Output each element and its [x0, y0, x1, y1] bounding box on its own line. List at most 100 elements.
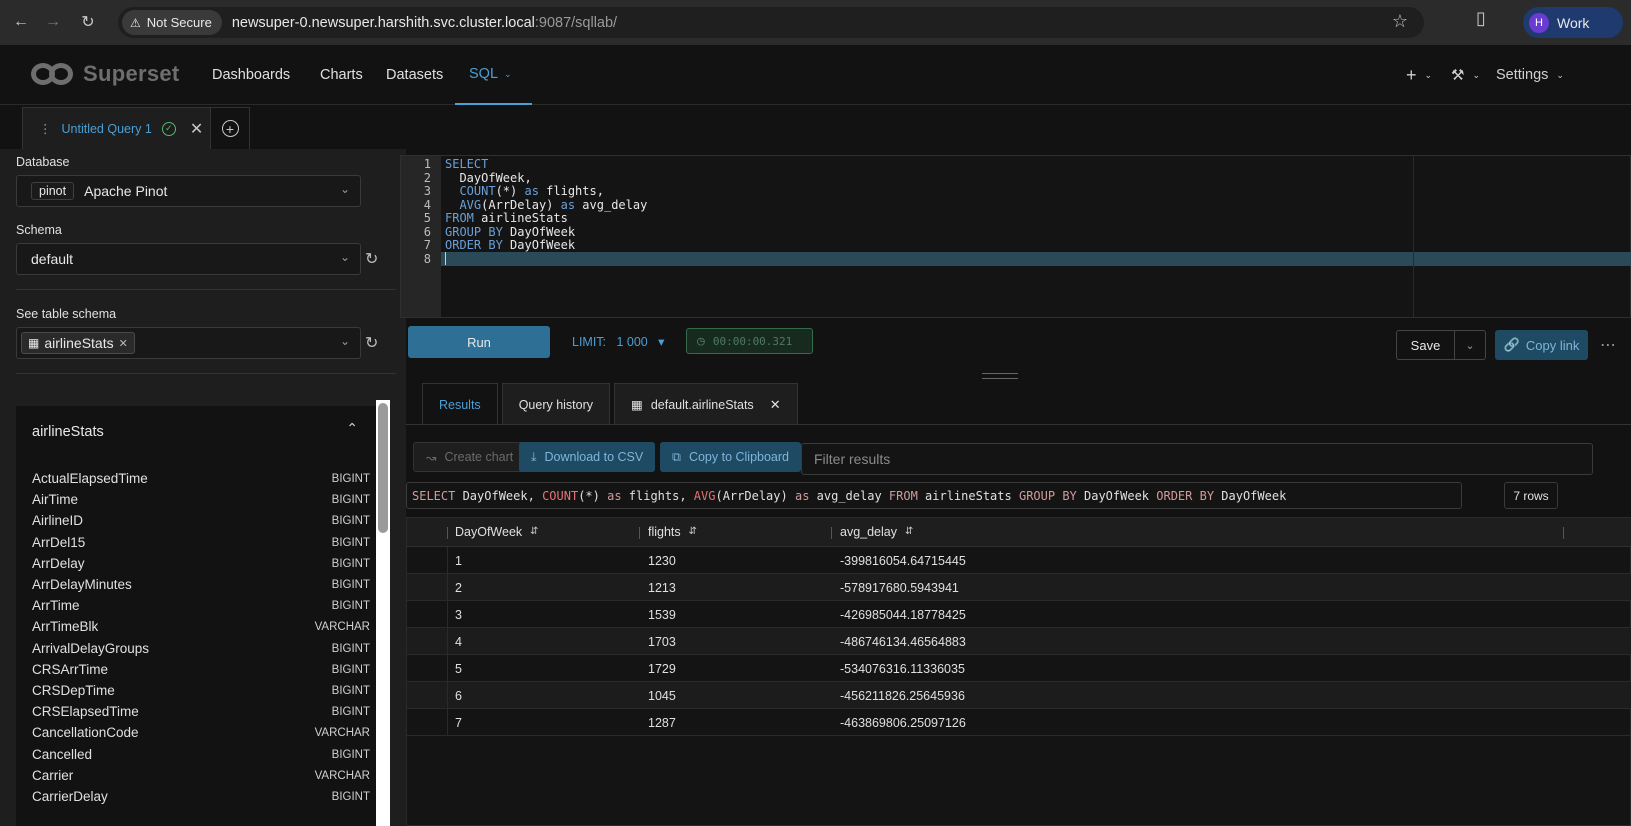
- column-header-flights[interactable]: flights ⇵: [648, 525, 697, 539]
- save-dropdown-chevron-icon[interactable]: ⌄: [1455, 331, 1485, 359]
- superset-logo[interactable]: Superset: [31, 61, 180, 87]
- tab-query-history[interactable]: Query history: [501, 383, 611, 425]
- bookmark-star-icon[interactable]: ☆: [1392, 11, 1408, 32]
- schema-column-row[interactable]: ArrivalDelayGroups BIGINT: [32, 641, 370, 662]
- copy-link-button[interactable]: 🔗 Copy link: [1495, 330, 1588, 360]
- settings-menu[interactable]: Settings ⌄: [1496, 45, 1564, 105]
- code-line[interactable]: COUNT(*) as flights,: [445, 184, 604, 198]
- schema-column-row[interactable]: ActualElapsedTime BIGINT: [32, 471, 370, 492]
- table-cell[interactable]: 1287: [648, 716, 676, 730]
- remove-tag-icon[interactable]: ✕: [119, 337, 128, 350]
- table-row[interactable]: 2 1213 -578917680.5943941: [407, 574, 1631, 601]
- schema-column-row[interactable]: CRSElapsedTime BIGINT: [32, 704, 370, 725]
- code-line[interactable]: SELECT: [445, 157, 488, 171]
- table-cell[interactable]: -456211826.25645936: [840, 689, 965, 703]
- add-query-tab-button[interactable]: +: [210, 107, 250, 149]
- table-row[interactable]: 7 1287 -463869806.25097126: [407, 709, 1631, 736]
- table-cell[interactable]: 4: [455, 635, 462, 649]
- copy-clipboard-button[interactable]: ⧉ Copy to Clipboard: [660, 442, 801, 472]
- schema-column-row[interactable]: ArrDel15 BIGINT: [32, 535, 370, 556]
- code-line[interactable]: GROUP BY DayOfWeek: [445, 225, 575, 239]
- sort-icon[interactable]: ⇵: [530, 527, 538, 537]
- scrollbar-thumb[interactable]: [378, 403, 388, 533]
- schema-column-row[interactable]: CRSDepTime BIGINT: [32, 683, 370, 704]
- run-button[interactable]: Run: [408, 326, 550, 358]
- table-cell[interactable]: 1539: [648, 608, 676, 622]
- query-tab[interactable]: ⋮ Untitled Query 1 ✓ ✕: [22, 107, 211, 149]
- schema-column-row[interactable]: ArrDelayMinutes BIGINT: [32, 577, 370, 598]
- tab-table-preview[interactable]: ▦ default.airlineStats ✕: [614, 383, 798, 425]
- table-cell[interactable]: 1213: [648, 581, 676, 595]
- table-cell[interactable]: 7: [455, 716, 462, 730]
- resize-handle[interactable]: [982, 373, 1018, 379]
- table-cell[interactable]: 6: [455, 689, 462, 703]
- table-cell[interactable]: 1729: [648, 662, 676, 676]
- address-bar[interactable]: ⚠ Not Secure newsuper-0.newsuper.harshit…: [118, 7, 1424, 38]
- nav-sql[interactable]: SQL ⌄: [455, 45, 532, 105]
- table-select[interactable]: ▦ airlineStats ✕ ⌄: [16, 327, 361, 359]
- table-cell[interactable]: 1: [455, 554, 462, 568]
- sort-icon[interactable]: ⇵: [689, 527, 697, 537]
- schema-column-row[interactable]: AirTime BIGINT: [32, 492, 370, 513]
- table-cell[interactable]: -578917680.5943941: [840, 581, 959, 595]
- schema-column-row[interactable]: Cancelled BIGINT: [32, 747, 370, 768]
- sql-editor[interactable]: 1 SELECT 2 DayOfWeek, 3 COUNT(*) as flights…: [400, 155, 1631, 318]
- close-icon[interactable]: ✕: [770, 397, 781, 413]
- table-cell[interactable]: -463869806.25097126: [840, 716, 966, 730]
- schema-column-row[interactable]: ArrTimeBlk VARCHAR: [32, 619, 370, 640]
- table-row[interactable]: 5 1729 -534076316.11336035: [407, 655, 1631, 682]
- nav-charts[interactable]: Charts: [320, 45, 363, 105]
- security-indicator[interactable]: ⚠ Not Secure: [122, 10, 222, 35]
- create-chart-button[interactable]: ↝ Create chart: [413, 442, 527, 472]
- table-cell[interactable]: -426985044.18778425: [840, 608, 966, 622]
- code-line[interactable]: ORDER BY DayOfWeek: [445, 238, 575, 252]
- extensions-icon[interactable]: ▯: [1476, 8, 1486, 29]
- table-cell[interactable]: 1045: [648, 689, 676, 703]
- database-select[interactable]: pinot Apache Pinot ⌄: [16, 175, 361, 207]
- schema-column-row[interactable]: Carrier VARCHAR: [32, 768, 370, 789]
- table-row[interactable]: 4 1703 -486746134.46564883: [407, 628, 1631, 655]
- chevron-up-icon[interactable]: ⌃: [346, 420, 358, 437]
- scrollbar[interactable]: [378, 403, 388, 683]
- drag-handle-icon[interactable]: ⋮: [39, 121, 52, 136]
- refresh-tables-icon[interactable]: ↻: [365, 333, 383, 352]
- code-line[interactable]: DayOfWeek,: [445, 171, 531, 185]
- table-card-title[interactable]: airlineStats: [32, 424, 104, 440]
- table-cell[interactable]: -534076316.11336035: [840, 662, 965, 676]
- save-button[interactable]: Save: [1397, 331, 1455, 359]
- schema-column-row[interactable]: CancellationCode VARCHAR: [32, 725, 370, 746]
- profile-button[interactable]: H Work: [1523, 7, 1623, 38]
- filter-results-input[interactable]: Filter results: [801, 443, 1593, 475]
- more-options-icon[interactable]: ⋯: [1600, 335, 1616, 355]
- schema-column-row[interactable]: CarrierDelay BIGINT: [32, 789, 370, 810]
- schema-column-row[interactable]: ArrTime BIGINT: [32, 598, 370, 619]
- back-icon[interactable]: ←: [6, 7, 36, 37]
- table-cell[interactable]: 1703: [648, 635, 676, 649]
- table-cell[interactable]: 3: [455, 608, 462, 622]
- nav-datasets[interactable]: Datasets: [386, 45, 443, 105]
- reload-icon[interactable]: ↻: [73, 7, 103, 37]
- table-cell[interactable]: 1230: [648, 554, 676, 568]
- new-menu[interactable]: + ⌄: [1406, 45, 1432, 105]
- table-cell[interactable]: 5: [455, 662, 462, 676]
- table-cell[interactable]: -486746134.46564883: [840, 635, 966, 649]
- download-csv-button[interactable]: ⤓ Download to CSV: [519, 442, 656, 472]
- table-row[interactable]: 1 1230 -399816054.64715445: [407, 547, 1631, 574]
- schema-column-row[interactable]: AirlineID BIGINT: [32, 513, 370, 534]
- code-line[interactable]: FROM airlineStats: [445, 211, 568, 225]
- forward-icon[interactable]: →: [38, 7, 68, 37]
- limit-dropdown[interactable]: LIMIT: 1 000 ▾: [572, 334, 664, 349]
- refresh-schema-icon[interactable]: ↻: [365, 249, 383, 268]
- table-cell[interactable]: 2: [455, 581, 462, 595]
- table-cell[interactable]: -399816054.64715445: [840, 554, 966, 568]
- table-row[interactable]: 6 1045 -456211826.25645936: [407, 682, 1631, 709]
- close-icon[interactable]: ✕: [190, 119, 203, 139]
- sort-icon[interactable]: ⇵: [905, 527, 913, 537]
- schema-column-row[interactable]: ArrDelay BIGINT: [32, 556, 370, 577]
- column-header-dayofweek[interactable]: DayOfWeek ⇵: [455, 525, 539, 539]
- schema-column-row[interactable]: CRSArrTime BIGINT: [32, 662, 370, 683]
- code-line[interactable]: AVG(ArrDelay) as avg_delay: [445, 198, 647, 212]
- nav-dashboards[interactable]: Dashboards: [212, 45, 290, 105]
- table-row[interactable]: 3 1539 -426985044.18778425: [407, 601, 1631, 628]
- column-header-avg-delay[interactable]: avg_delay ⇵: [840, 525, 913, 539]
